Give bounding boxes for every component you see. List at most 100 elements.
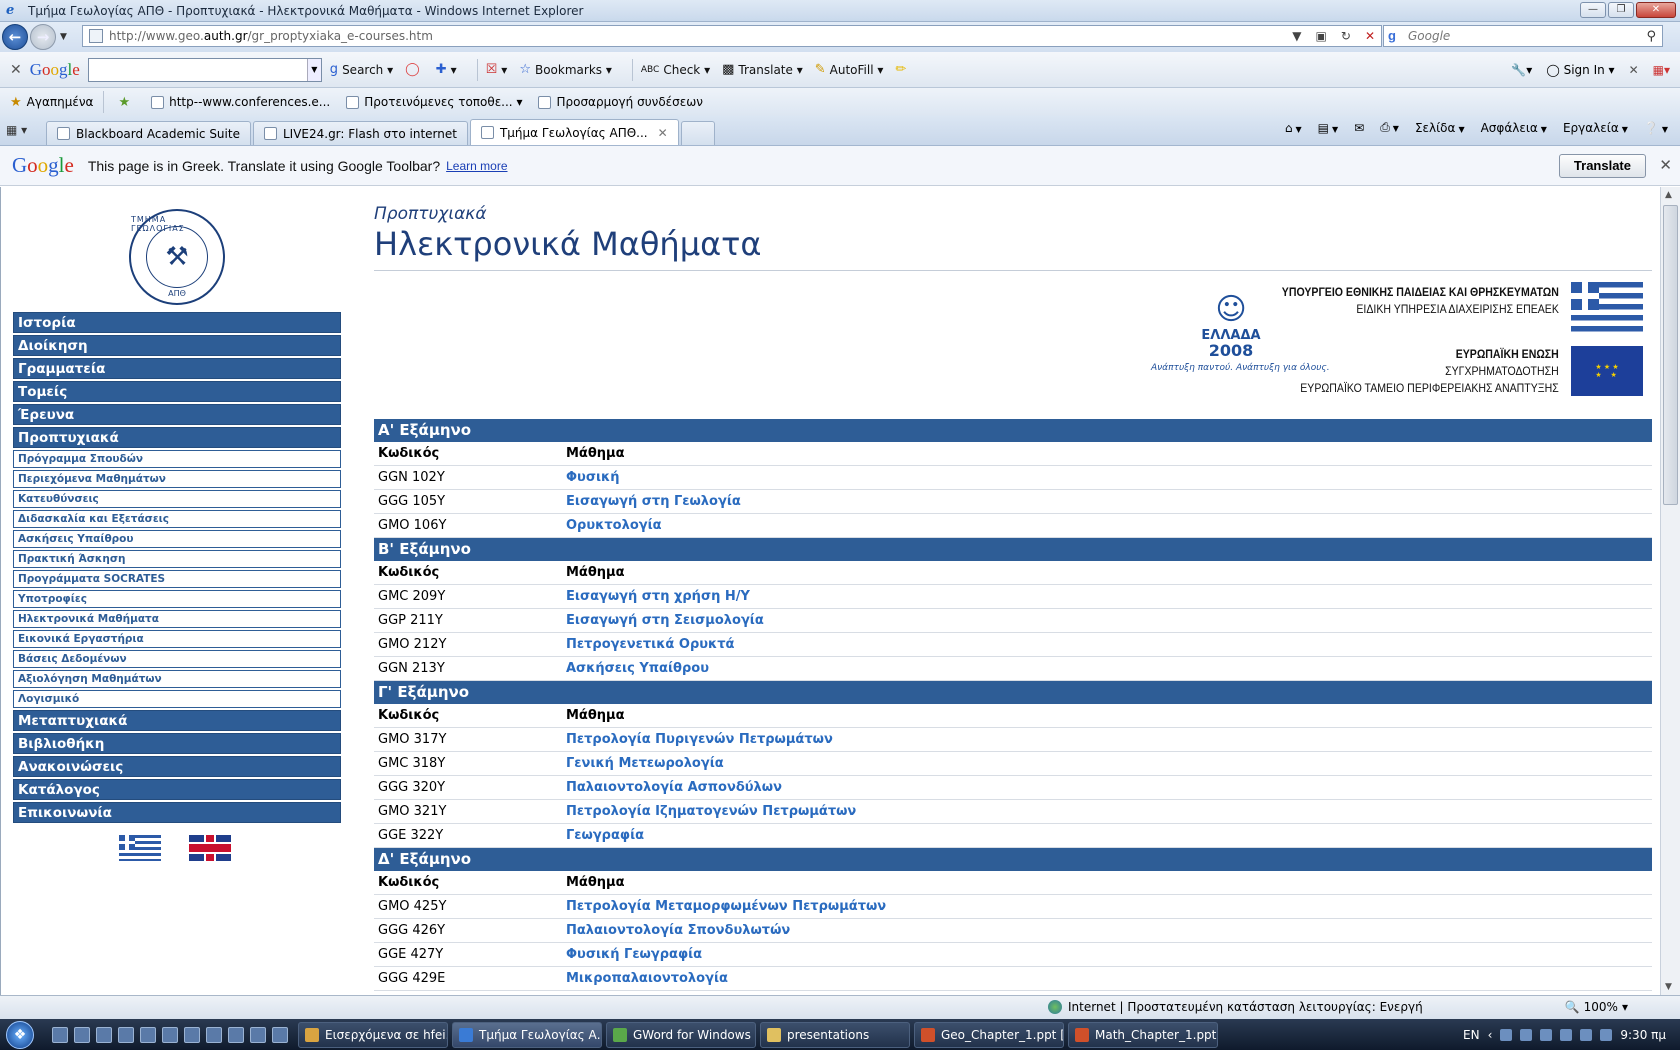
- new-tab-button[interactable]: [680, 121, 715, 145]
- uk-flag-icon[interactable]: [189, 835, 231, 861]
- course-link[interactable]: Παλαιοντολογία Ασπονδύλων: [566, 780, 782, 795]
- subnav-item[interactable]: Κατευθύνσεις: [13, 490, 341, 508]
- address-dropdown-icon[interactable]: ▼: [1292, 29, 1301, 43]
- close-toolbar-icon[interactable]: ✕: [10, 62, 22, 78]
- tools-menu[interactable]: Εργαλεία ▼: [1563, 121, 1628, 135]
- home-icon[interactable]: ⌂ ▼: [1285, 121, 1302, 135]
- toolbar-pagerank-button[interactable]: ◯: [405, 62, 424, 77]
- stop-icon[interactable]: ✕: [1365, 29, 1375, 43]
- course-link[interactable]: Πετρογενετικά Ορυκτά: [566, 637, 735, 652]
- quick-tabs-button[interactable]: ▦ ▾: [6, 118, 42, 142]
- greek-flag-icon[interactable]: [119, 835, 161, 861]
- tray-icon[interactable]: [1500, 1028, 1513, 1041]
- subnav-item[interactable]: Πρόγραμμα Σπουδών: [13, 450, 341, 468]
- app-icon[interactable]: [162, 1026, 178, 1043]
- outlook-icon[interactable]: [96, 1026, 112, 1043]
- subnav-item[interactable]: Πρακτική Άσκηση: [13, 550, 341, 568]
- course-link[interactable]: Πετρολογία Πυριγενών Πετρωμάτων: [566, 732, 833, 747]
- close-window-button[interactable]: ✕: [1636, 2, 1676, 18]
- course-link[interactable]: Γενική Μετεωρολογία: [566, 756, 724, 771]
- taskbar-item-mail[interactable]: Εισερχόμενα σε hfei...: [298, 1021, 448, 1048]
- history-dropdown-icon[interactable]: ▼: [60, 32, 67, 42]
- sidebar-item-contact[interactable]: Επικοινωνία: [13, 802, 341, 823]
- scrollbar-thumb[interactable]: [1663, 205, 1678, 505]
- refresh-icon[interactable]: ↻: [1341, 29, 1351, 43]
- toolbar-bookmarks-button[interactable]: ☆ Bookmarks ▾: [519, 62, 612, 77]
- chevron-down-icon[interactable]: ▼: [306, 58, 321, 81]
- favorite-link-conferences[interactable]: http--www.conferences.e...: [151, 95, 330, 109]
- favorite-link-customize[interactable]: Προσαρμογή συνδέσεων: [538, 95, 703, 109]
- subnav-item-e-courses[interactable]: Ηλεκτρονικά Μαθήματα: [13, 610, 341, 628]
- word-icon[interactable]: [206, 1026, 222, 1043]
- addon-icon[interactable]: ▦▾: [1653, 63, 1670, 77]
- sidebar-item-secretariat[interactable]: Γραμματεία: [13, 358, 341, 379]
- app-icon[interactable]: [228, 1026, 244, 1043]
- app-icon[interactable]: [250, 1026, 266, 1043]
- address-field[interactable]: http://www.geo.auth.gr/gr_proptyxiaka_e-…: [82, 25, 1382, 47]
- sidebar-item-research[interactable]: Έρευνα: [13, 404, 341, 425]
- taskbar-item-gword[interactable]: GWord for Windows: [606, 1021, 756, 1048]
- vertical-scrollbar[interactable]: ▲ ▼: [1660, 187, 1680, 995]
- tray-icon[interactable]: [1540, 1028, 1553, 1041]
- course-link[interactable]: Φυσική: [566, 470, 620, 485]
- translate-button[interactable]: Translate: [1558, 154, 1646, 178]
- switch-windows-icon[interactable]: [74, 1026, 90, 1043]
- forward-button[interactable]: →: [30, 24, 56, 50]
- taskbar-item-ie[interactable]: Τμήμα Γεωλογίας Α...: [452, 1021, 602, 1048]
- toolbar-translate-button[interactable]: ▩ Translate ▾: [722, 62, 803, 77]
- zoom-control[interactable]: 🔍 100% ▾: [1565, 1000, 1628, 1014]
- volume-icon[interactable]: [1600, 1028, 1613, 1041]
- subnav-item[interactable]: Βάσεις Δεδομένων: [13, 650, 341, 668]
- learn-more-link[interactable]: Learn more: [446, 159, 507, 173]
- course-link[interactable]: Εισαγωγή στη Σεισμολογία: [566, 613, 764, 628]
- taskbar-item-geo-ppt[interactable]: Geo_Chapter_1.ppt [...: [914, 1021, 1064, 1048]
- sidebar-item-administration[interactable]: Διοίκηση: [13, 335, 341, 356]
- subnav-item[interactable]: Εικονικά Εργαστήρια: [13, 630, 341, 648]
- search-field[interactable]: g Google ⚲: [1383, 25, 1663, 47]
- add-favorite-icon[interactable]: ★: [118, 95, 135, 110]
- sidebar-item-postgraduate[interactable]: Μεταπτυχιακά: [13, 710, 341, 731]
- google-toolbar-search-input[interactable]: ▼: [87, 57, 322, 82]
- tab-geology-auth[interactable]: Τμήμα Γεωλογίας ΑΠΘ... ✕: [469, 119, 679, 145]
- toolbar-search-button[interactable]: g Search ▾: [330, 62, 393, 77]
- excel-icon[interactable]: [184, 1026, 200, 1043]
- course-link[interactable]: Ασκήσεις Υπαίθρου: [566, 661, 709, 676]
- wrench-settings-icon[interactable]: 🔧▾: [1511, 63, 1532, 77]
- course-link[interactable]: Μικροπαλαιοντολογία: [566, 971, 728, 986]
- network-icon[interactable]: [1580, 1028, 1593, 1041]
- safety-menu[interactable]: Ασφάλεια ▼: [1481, 121, 1547, 135]
- toolbar-autofill-button[interactable]: ✎ AutoFill ▾: [815, 62, 884, 77]
- sidebar-item-catalogue[interactable]: Κατάλογος: [13, 779, 341, 800]
- taskbar-item-presentations[interactable]: presentations: [760, 1021, 910, 1048]
- language-indicator[interactable]: EN: [1463, 1028, 1480, 1042]
- maximize-button[interactable]: ❐: [1608, 2, 1634, 18]
- subnav-item[interactable]: Προγράμματα SOCRATES: [13, 570, 341, 588]
- toolbar-popup-blocker-button[interactable]: ☒ ▾: [486, 62, 508, 77]
- subnav-item[interactable]: Υποτροφίες: [13, 590, 341, 608]
- sidebar-item-announcements[interactable]: Ανακοινώσεις: [13, 756, 341, 777]
- help-icon[interactable]: ❔ ▼: [1644, 121, 1668, 135]
- subnav-item[interactable]: Αξιολόγηση Μαθημάτων: [13, 670, 341, 688]
- close-icon[interactable]: ✕: [1629, 63, 1639, 77]
- sidebar-item-history[interactable]: Ιστορία: [13, 312, 341, 333]
- close-icon[interactable]: ✕: [1659, 156, 1672, 174]
- course-link[interactable]: Παλαιοντολογία Σπονδυλωτών: [566, 923, 790, 938]
- favorites-button[interactable]: ★ Αγαπημένα: [10, 95, 93, 110]
- subnav-item[interactable]: Λογισμικό: [13, 690, 341, 708]
- scroll-down-icon[interactable]: ▼: [1665, 982, 1672, 992]
- feeds-icon[interactable]: ▤ ▼: [1318, 121, 1339, 135]
- subnav-item[interactable]: Περιεχόμενα Μαθημάτων: [13, 470, 341, 488]
- course-link[interactable]: Εισαγωγή στη Γεωλογία: [566, 494, 741, 509]
- start-button[interactable]: ❖: [0, 1019, 40, 1050]
- tab-blackboard[interactable]: Blackboard Academic Suite: [46, 121, 251, 145]
- course-link[interactable]: Φυσική Γεωγραφία: [566, 947, 702, 962]
- minimize-button[interactable]: —: [1580, 2, 1606, 18]
- mail-icon[interactable]: ✉: [1354, 121, 1364, 135]
- app-icon[interactable]: [140, 1026, 156, 1043]
- course-link[interactable]: Γεωγραφία: [566, 828, 644, 843]
- security-zone[interactable]: Internet | Προστατευμένη κατάσταση λειτο…: [1048, 1000, 1423, 1014]
- app-icon[interactable]: [272, 1026, 288, 1043]
- ie-icon[interactable]: [118, 1026, 134, 1043]
- toolbar-check-button[interactable]: ABC Check ▾: [641, 63, 710, 77]
- page-menu[interactable]: Σελίδα ▼: [1415, 121, 1465, 135]
